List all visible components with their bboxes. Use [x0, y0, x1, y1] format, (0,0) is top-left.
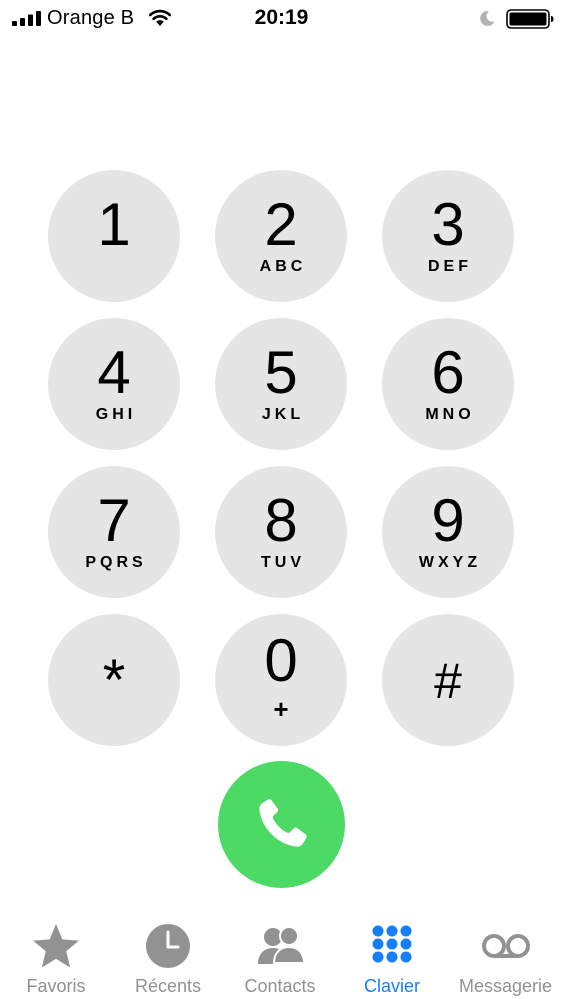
tab-label: Récents — [134, 976, 202, 996]
key-digit: 3 — [431, 191, 465, 258]
key-symbol: * — [102, 648, 126, 713]
tab-favoris[interactable]: Favoris — [0, 912, 112, 999]
key-8[interactable]: 8 TUV — [215, 466, 347, 598]
keypad: 1 2 ABC 3 DEF 4 GHI 5 JKL 6 MNO 7 PQRS 8… — [0, 0, 563, 888]
key-digit: 8 — [264, 487, 298, 554]
keypad-icon — [372, 925, 412, 963]
key-letters: PQRS — [85, 554, 147, 571]
key-letters: ABC — [259, 258, 307, 275]
phone-icon — [259, 799, 307, 847]
key-hash[interactable]: # — [382, 614, 514, 746]
key-digit: 7 — [97, 487, 131, 554]
key-9[interactable]: 9 WXYZ — [382, 466, 514, 598]
key-0[interactable]: 0 + — [215, 614, 347, 746]
key-digit: 1 — [97, 191, 131, 258]
star-icon — [33, 924, 79, 968]
tab-clavier[interactable]: Clavier — [336, 912, 448, 999]
tab-label: Favoris — [26, 976, 86, 996]
key-letters: MNO — [425, 406, 475, 423]
key-6[interactable]: 6 MNO — [382, 318, 514, 450]
tab-bar: Favoris Récents Contacts Clavier Message… — [0, 912, 563, 999]
tab-label: Contacts — [244, 976, 316, 996]
key-digit: 9 — [431, 487, 465, 554]
tab-label: Messagerie — [458, 976, 553, 996]
key-letters: TUV — [261, 554, 305, 571]
tab-contacts[interactable]: Contacts — [224, 912, 336, 999]
tab-messagerie[interactable]: Messagerie — [448, 912, 563, 999]
key-2[interactable]: 2 ABC — [215, 170, 347, 302]
key-digit: 6 — [431, 339, 465, 406]
key-letters: DEF — [428, 258, 472, 275]
key-letters: GHI — [95, 406, 137, 423]
key-1[interactable]: 1 — [48, 170, 180, 302]
tab-recents[interactable]: Récents — [112, 912, 224, 999]
tab-label: Clavier — [363, 976, 420, 996]
key-3[interactable]: 3 DEF — [382, 170, 514, 302]
key-digit: 2 — [264, 191, 298, 258]
key-digit: 5 — [264, 339, 298, 406]
key-digit: 4 — [97, 339, 131, 406]
key-letters: + — [273, 694, 289, 724]
key-4[interactable]: 4 GHI — [48, 318, 180, 450]
key-symbol: # — [434, 653, 462, 709]
key-digit: 0 — [264, 627, 298, 694]
key-7[interactable]: 7 PQRS — [48, 466, 180, 598]
key-5[interactable]: 5 JKL — [215, 318, 347, 450]
clock-icon — [146, 924, 190, 968]
key-star[interactable]: * — [48, 614, 180, 746]
key-letters: JKL — [261, 406, 305, 423]
key-letters: WXYZ — [418, 554, 482, 571]
voicemail-icon — [481, 934, 530, 958]
call-button[interactable] — [218, 761, 345, 888]
contacts-icon — [258, 926, 305, 964]
